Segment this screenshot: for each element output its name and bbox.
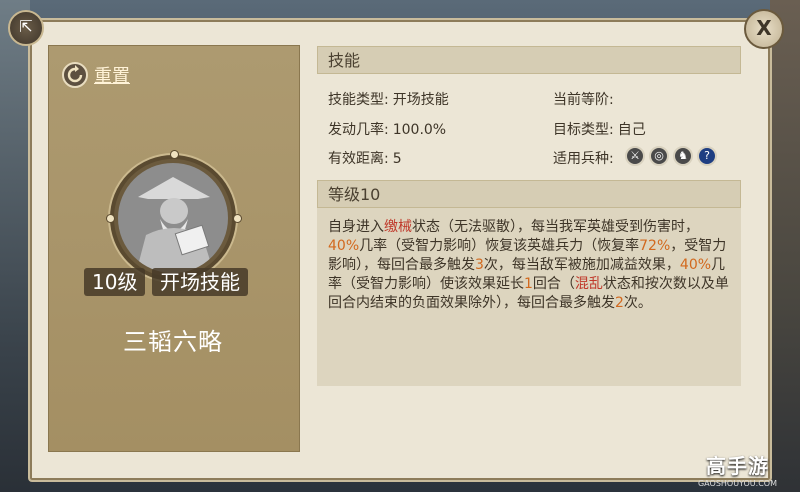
description-segment: 次。 xyxy=(623,295,652,311)
sword-icon[interactable]: ⚔ xyxy=(625,146,645,166)
description-segment: 40% xyxy=(328,238,360,254)
skill-type-label: 技能类型: xyxy=(328,92,389,108)
description-segment: 状态（无法驱散），每当我军英雄受到伤害时， xyxy=(412,219,699,235)
trigger-rate-value: 100.0% xyxy=(392,122,447,138)
level-tag: 10级 xyxy=(84,268,146,296)
portrait-stud-right xyxy=(233,214,242,223)
skill-type-tag: 开场技能 xyxy=(152,268,248,296)
close-button[interactable]: X xyxy=(744,9,784,49)
question-icon[interactable]: ? xyxy=(697,146,717,166)
reset-label: 重置 xyxy=(94,66,130,87)
portrait-stud-top xyxy=(170,150,179,159)
description-segment: 72% xyxy=(639,238,671,254)
skill-type-row: 技能类型: 开场技能 xyxy=(328,89,449,109)
skill-section-header: 技能 xyxy=(317,46,741,74)
refresh-icon xyxy=(62,62,88,88)
skill-description: 自身进入缴械状态（无法驱散），每当我军英雄受到伤害时，40%几率（受智力影响）恢… xyxy=(328,218,730,313)
range-value: 5 xyxy=(392,151,402,167)
description-segment: 自身进入 xyxy=(328,219,384,235)
range-label: 有效距离: xyxy=(328,151,389,167)
level-section-header: 等级10 xyxy=(317,180,741,208)
share-icon: ⇱ xyxy=(19,17,33,36)
close-icon: X xyxy=(756,16,772,40)
horse-icon[interactable]: ♞ xyxy=(673,146,693,166)
description-segment: 几率（受智力影响）恢复该英雄兵力（恢复率 xyxy=(359,238,640,254)
troop-types-label: 适用兵种: xyxy=(553,151,614,167)
strategist-portrait xyxy=(118,163,228,277)
watermark: 高手游 GAOSHOUYOU.COM xyxy=(680,450,795,488)
description-segment: 回合（ xyxy=(532,276,575,292)
range-row: 有效距离: 5 xyxy=(328,148,402,168)
share-button[interactable]: ⇱ xyxy=(8,10,44,46)
bow-target-icon[interactable]: ◎ xyxy=(649,146,669,166)
description-segment: 缴械 xyxy=(384,219,412,235)
troop-types-row: 适用兵种: xyxy=(553,148,614,168)
portrait-stud-left xyxy=(106,214,115,223)
target-type-value: 自己 xyxy=(617,122,646,138)
description-segment: 1 xyxy=(524,276,533,292)
description-segment: 次，每当敌军被施加减益效果， xyxy=(483,257,680,273)
watermark-url: GAOSHOUYOU.COM xyxy=(697,479,777,488)
description-segment: 混乱 xyxy=(574,276,603,292)
background-right xyxy=(770,0,800,492)
description-segment: 2 xyxy=(615,295,624,311)
trigger-rate-label: 发动几率: xyxy=(328,122,389,138)
description-segment: 40% xyxy=(679,257,712,273)
trigger-rate-row: 发动几率: 100.0% xyxy=(328,119,446,139)
target-type-label: 目标类型: xyxy=(553,122,614,138)
current-rank-label: 当前等阶: xyxy=(553,92,614,108)
watermark-title: 高手游 xyxy=(706,454,769,478)
target-type-row: 目标类型: 自己 xyxy=(553,119,646,139)
skill-type-value: 开场技能 xyxy=(392,92,449,108)
troop-icons: ⚔ ◎ ♞ ? xyxy=(625,146,717,166)
current-rank-row: 当前等阶: xyxy=(553,89,618,109)
skill-name: 三韬六略 xyxy=(123,328,223,356)
description-segment: 3 xyxy=(475,257,484,273)
background-left xyxy=(0,0,30,492)
reset-button[interactable]: 重置 xyxy=(62,62,130,88)
